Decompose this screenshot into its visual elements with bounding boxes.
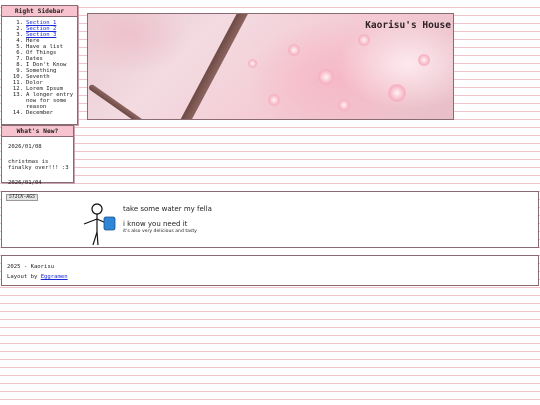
news-date: 2026/01/08 xyxy=(8,144,42,150)
stickman-figure-icon xyxy=(83,203,116,246)
right-sidebar: Right Sidebar 1. Section 1 2. Section 2 3. Se… xyxy=(1,5,78,125)
whats-new-title: What's New? xyxy=(2,126,73,137)
news-date: 2026/01/04 xyxy=(8,180,42,186)
footer-layout-credit: Layout by Eggramen xyxy=(7,274,68,280)
site-title: Kaorisu's House xyxy=(365,20,451,31)
stickman-panel: STICK-AGS take some water my fella i kno… xyxy=(1,191,539,248)
cherry-branch xyxy=(173,14,253,119)
layout-author-link[interactable]: Eggramen xyxy=(41,274,68,280)
stickman-message-2: i know you need it xyxy=(123,220,188,228)
footer: 2025 - Kaorisu Layout by Eggramen xyxy=(1,255,539,286)
blossom-flower xyxy=(388,84,406,102)
blossom-flower xyxy=(268,94,280,106)
blossom-flower xyxy=(418,54,430,66)
news-entries: 2026/01/08 christmas is finalky over!!! … xyxy=(2,137,73,186)
stickman-message-3: it's also very delicious and tasty xyxy=(123,229,197,234)
blossom-flower xyxy=(248,59,257,68)
blossom-flower xyxy=(288,44,300,56)
sidebar-item-number: 13. xyxy=(12,92,23,98)
header-banner: Kaorisu's House xyxy=(87,13,454,120)
news-text: christmas is finalky over!!! :3 xyxy=(8,159,69,171)
footer-layout-prefix: Layout by xyxy=(7,274,41,280)
sidebar-item-label: December xyxy=(26,110,53,116)
sidebar-item-number: 14. xyxy=(12,110,23,116)
blossom-flower xyxy=(358,34,370,46)
sidebar-item-label: A longer entry now for some reason xyxy=(26,92,74,110)
whats-new-box: What's New? 2026/01/08 christmas is fina… xyxy=(1,125,74,186)
blossom-flower xyxy=(318,69,334,85)
sidebar-item: 14. December xyxy=(6,110,74,116)
stickman-message-1: take some water my fella xyxy=(123,205,212,213)
blossom-flower xyxy=(338,99,350,111)
sidebar-item: 13. A longer entry now for some reason xyxy=(6,92,74,110)
footer-copyright: 2025 - Kaorisu xyxy=(7,264,55,270)
stickman-label: STICK-AGS xyxy=(6,194,38,201)
sidebar-list: 1. Section 1 2. Section 2 3. Section 3 4. Here 5… xyxy=(2,17,77,116)
sidebar-title: Right Sidebar xyxy=(2,6,77,17)
